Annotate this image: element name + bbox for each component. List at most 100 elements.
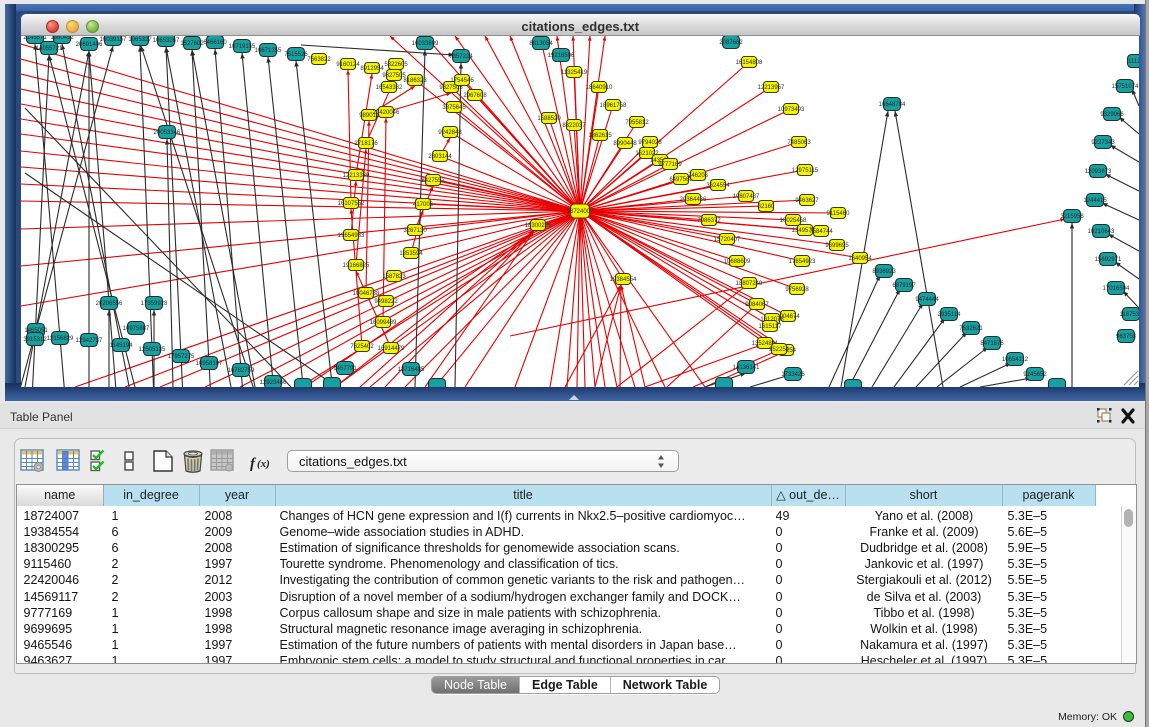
svg-text:2718176: 2718176 <box>354 141 378 147</box>
svg-text:14136141: 14136141 <box>733 365 760 371</box>
svg-text:7663822: 7663822 <box>307 57 331 63</box>
svg-text:1860452: 1860452 <box>50 36 74 41</box>
svg-text:16033809: 16033809 <box>412 41 439 47</box>
svg-text:10688609: 10688609 <box>724 259 751 265</box>
svg-text:62160: 62160 <box>758 204 775 210</box>
svg-text:12505135: 12505135 <box>139 347 166 353</box>
svg-text:9756928: 9756928 <box>785 287 809 293</box>
svg-text:7625402: 7625402 <box>350 344 374 350</box>
svg-text:7632621: 7632621 <box>959 326 983 332</box>
svg-text:9242848: 9242848 <box>438 130 462 136</box>
svg-text:10975887: 10975887 <box>123 326 150 332</box>
svg-text:2935114: 2935114 <box>938 312 962 318</box>
svg-text:23420046: 23420046 <box>373 110 400 116</box>
svg-text:19384554: 19384554 <box>610 277 637 283</box>
svg-text:15751074: 15751074 <box>1112 84 1139 90</box>
svg-text:12213389: 12213389 <box>343 173 370 179</box>
svg-text:9115460: 9115460 <box>827 211 851 217</box>
svg-text:14055721: 14055721 <box>36 46 63 52</box>
svg-text:10654112: 10654112 <box>1002 357 1029 363</box>
svg-text:7955812: 7955812 <box>625 120 649 126</box>
svg-text:3915312: 3915312 <box>23 337 47 343</box>
svg-text:1615117: 1615117 <box>759 324 783 330</box>
svg-text:19166825: 19166825 <box>343 263 370 269</box>
svg-text:19654983: 19654983 <box>338 233 365 239</box>
svg-text:8186323: 8186323 <box>403 78 427 84</box>
svg-text:9794028: 9794028 <box>638 140 662 146</box>
svg-text:2145571: 2145571 <box>23 36 47 41</box>
svg-text:10671355: 10671355 <box>255 48 282 54</box>
svg-text:9329966: 9329966 <box>1100 112 1124 118</box>
svg-text:18300295: 18300295 <box>525 223 552 229</box>
svg-text:20206556: 20206556 <box>96 301 123 307</box>
svg-text:18724007: 18724007 <box>567 209 594 215</box>
svg-text:9463627: 9463627 <box>795 198 819 204</box>
svg-text:252254: 252254 <box>769 347 790 353</box>
svg-text:3875645: 3875645 <box>442 105 466 111</box>
svg-text:12923466: 12923466 <box>260 380 287 386</box>
svg-text:7485063: 7485063 <box>787 140 811 146</box>
svg-text:18640910: 18640910 <box>586 85 613 91</box>
svg-text:2803144: 2803144 <box>428 154 452 160</box>
svg-text:(x): (x) <box>257 458 270 470</box>
svg-text:12156829: 12156829 <box>47 336 74 342</box>
svg-text:12213967: 12213967 <box>758 85 785 91</box>
svg-text:1244415: 1244415 <box>1083 198 1107 204</box>
svg-text:1588520: 1588520 <box>537 116 561 122</box>
svg-text:1145194: 1145194 <box>110 343 134 349</box>
svg-text:11123: 11123 <box>1128 59 1139 65</box>
svg-text:8990448: 8990448 <box>613 141 637 147</box>
svg-text:9498222: 9498222 <box>374 299 398 305</box>
svg-text:7986372: 7986372 <box>697 218 721 224</box>
svg-text:9245652: 9245652 <box>1023 372 1047 378</box>
svg-text:8912954: 8912954 <box>360 66 384 72</box>
svg-text:16107552: 16107552 <box>338 201 365 207</box>
svg-text:f: f <box>250 456 257 472</box>
svg-text:1353594: 1353594 <box>399 251 423 257</box>
svg-text:17654923: 17654923 <box>789 259 816 265</box>
svg-text:3215958: 3215958 <box>1060 214 1084 220</box>
svg-text:1362615: 1362615 <box>588 133 612 139</box>
svg-text:17016504: 17016504 <box>1103 286 1130 292</box>
svg-text:746206: 746206 <box>688 173 709 179</box>
svg-text:1527602: 1527602 <box>180 41 204 47</box>
svg-text:16154808: 16154808 <box>736 60 763 66</box>
svg-text:8322037: 8322037 <box>562 123 586 129</box>
svg-text:3267130: 3267130 <box>403 228 427 234</box>
svg-text:10958107: 10958107 <box>196 361 223 367</box>
svg-text:963753: 963753 <box>1116 334 1137 340</box>
svg-text:5322605: 5322605 <box>384 62 408 68</box>
svg-text:8813054: 8813054 <box>529 41 553 47</box>
svg-text:6466160: 6466160 <box>203 40 227 46</box>
svg-text:2087682: 2087682 <box>719 40 743 46</box>
svg-text:7584744: 7584744 <box>809 229 833 235</box>
svg-text:11325419: 11325419 <box>561 70 588 76</box>
svg-text:1640954: 1640954 <box>848 256 872 262</box>
svg-text:9457791: 9457791 <box>333 366 357 372</box>
svg-text:2967608: 2967608 <box>463 93 487 99</box>
svg-text:3624554: 3624554 <box>706 183 730 189</box>
svg-text:6879197: 6879197 <box>892 283 916 289</box>
svg-text:1587833: 1587833 <box>382 274 406 280</box>
svg-text:10719155: 10719155 <box>229 44 256 50</box>
svg-text:16543382: 16543382 <box>376 85 403 91</box>
svg-text:10025458: 10025458 <box>780 218 807 224</box>
svg-text:8427552: 8427552 <box>421 178 445 184</box>
svg-text:1733426: 1733426 <box>781 372 805 378</box>
svg-text:15720407: 15720407 <box>714 237 741 243</box>
svg-text:10046738: 10046738 <box>353 291 380 297</box>
svg-text:12942737: 12942737 <box>76 338 103 344</box>
svg-text:9777169: 9777169 <box>658 162 682 168</box>
svg-text:10973493: 10973493 <box>778 107 805 113</box>
svg-text:9227343: 9227343 <box>1091 140 1115 146</box>
svg-text:9474444: 9474444 <box>915 297 939 303</box>
svg-text:17957275: 17957275 <box>168 354 195 360</box>
svg-text:7515526: 7515526 <box>284 52 308 58</box>
svg-text:16099489: 16099489 <box>370 320 397 326</box>
svg-text:16039157: 16039157 <box>100 37 127 43</box>
svg-text:9699695: 9699695 <box>825 243 849 249</box>
svg-text:9160124: 9160124 <box>336 62 360 68</box>
svg-text:13716485: 13716485 <box>398 367 425 373</box>
svg-text:20053346: 20053346 <box>154 130 181 136</box>
svg-text:16648784: 16648784 <box>879 102 906 108</box>
